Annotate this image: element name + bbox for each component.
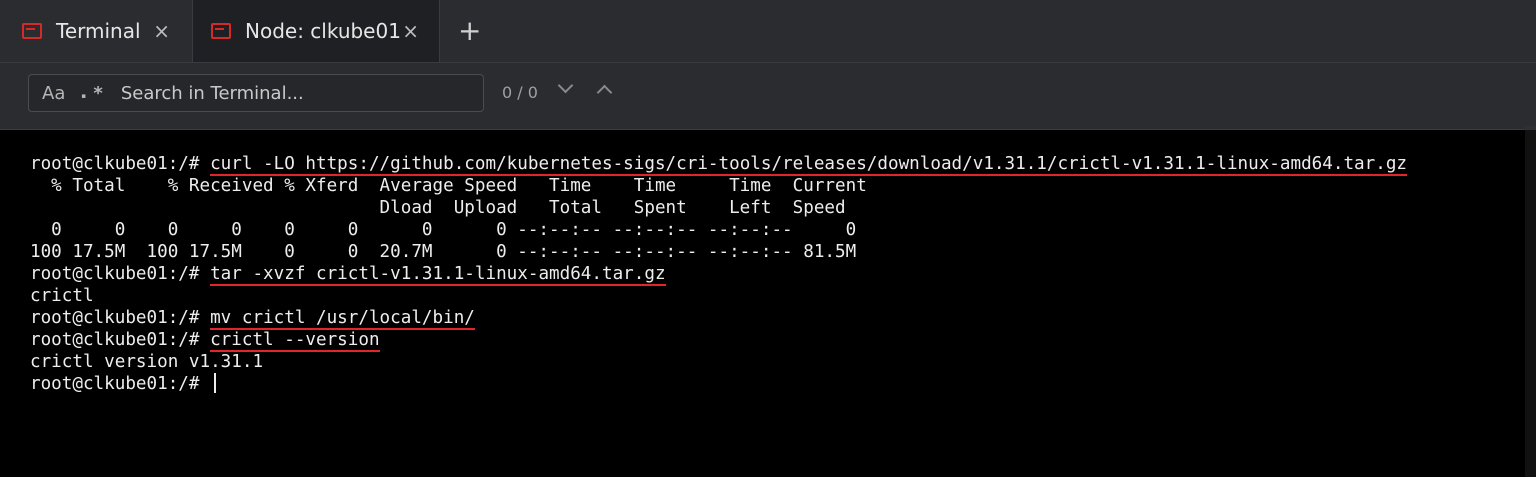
terminal-line: % Total % Received % Xferd Average Speed…	[30, 176, 867, 196]
previous-match-icon[interactable]	[596, 84, 613, 101]
prompt: root@clkube01:/#	[30, 154, 211, 174]
prompt: root@clkube01:/#	[30, 374, 211, 394]
terminal-line: crictl	[30, 286, 94, 306]
tab-node-clkube01[interactable]: Node: clkube01 ×	[192, 0, 440, 62]
terminal-line: root@clkube01:/# curl -LO https://github…	[30, 153, 1408, 176]
terminal-line: Dload Upload Total Spent Left Speed	[30, 198, 846, 218]
prompt: root@clkube01:/#	[30, 330, 211, 350]
terminal-line: root@clkube01:/#	[30, 373, 217, 395]
prompt: root@clkube01:/#	[30, 308, 211, 328]
tab-label: Node: clkube01	[245, 19, 401, 43]
terminal-line: 100 17.5M 100 17.5M 0 0 20.7M 0 --:--:--…	[30, 242, 857, 262]
terminal-line: root@clkube01:/# tar -xvzf crictl-v1.31.…	[30, 263, 666, 286]
search-box: Aa ⠄*	[28, 74, 484, 112]
terminal-scrollbar[interactable]	[1525, 130, 1536, 477]
search-input[interactable]	[118, 81, 453, 105]
match-counter: 0 / 0	[502, 83, 538, 102]
terminal-icon	[211, 23, 231, 39]
command-highlight: tar -xvzf crictl-v1.31.1-linux-amd64.tar…	[210, 264, 666, 286]
terminal-line: root@clkube01:/# crictl --version	[30, 329, 380, 352]
terminal-line: 0 0 0 0 0 0 0 0 --:--:-- --:--:-- --:--:…	[30, 220, 857, 240]
terminal-line: crictl version v1.31.1	[30, 352, 264, 372]
prompt: root@clkube01:/#	[30, 264, 211, 284]
tab-bar: Terminal × Node: clkube01 × +	[0, 0, 1536, 63]
match-case-toggle[interactable]: Aa	[42, 83, 65, 104]
command-highlight: crictl --version	[210, 330, 380, 352]
tab-label: Terminal	[56, 19, 141, 43]
tab-terminal[interactable]: Terminal ×	[0, 0, 190, 62]
terminal-line: root@clkube01:/# mv crictl /usr/local/bi…	[30, 307, 475, 330]
regex-toggle[interactable]: ⠄*	[79, 83, 102, 104]
terminal-output[interactable]: root@clkube01:/# curl -LO https://github…	[0, 130, 1536, 477]
command-highlight: mv crictl /usr/local/bin/	[210, 308, 475, 330]
search-bar: Aa ⠄* 0 / 0	[0, 63, 1536, 192]
close-icon[interactable]: ×	[153, 19, 170, 43]
close-icon[interactable]: ×	[402, 19, 419, 43]
text-cursor	[214, 373, 217, 393]
terminal-icon	[22, 23, 42, 39]
add-tab-button[interactable]: +	[458, 14, 481, 48]
command-highlight: curl -LO https://github.com/kubernetes-s…	[210, 154, 1408, 176]
next-match-icon[interactable]	[557, 77, 574, 94]
